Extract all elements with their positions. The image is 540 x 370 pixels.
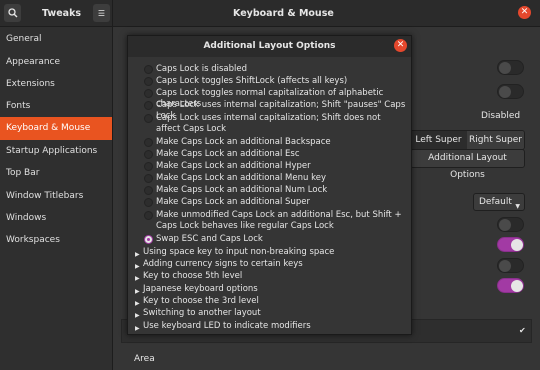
option-label: Make Caps Lock an additional Menu key [156, 173, 326, 183]
sidebar-header: Tweaks ☰ [0, 0, 113, 27]
search-button[interactable] [4, 4, 21, 22]
expander-arrow-icon: ▶ [135, 275, 140, 282]
toggle-switch[interactable] [497, 60, 524, 75]
radio-indicator[interactable] [144, 101, 153, 110]
sidebar-item[interactable]: Top Bar [0, 162, 112, 185]
hamburger-icon: ☰ [97, 8, 106, 18]
dialog-close-button[interactable]: ✕ [394, 39, 407, 52]
option-group-expander[interactable]: ▶ Use keyboard LED to indicate modifiers [128, 321, 411, 332]
options-list: Caps Lock is disabled Caps Lock toggles S… [128, 57, 411, 334]
option-label: Make Caps Lock an additional Super [156, 197, 310, 207]
expander-arrow-icon: ▶ [135, 312, 140, 319]
disabled-value: Disabled [481, 111, 521, 121]
toggle-switch[interactable] [497, 217, 524, 232]
toggle-switch[interactable] [497, 258, 524, 273]
radio-indicator[interactable] [144, 235, 153, 244]
layout-option-radio[interactable]: Caps Lock uses internal capitalization; … [128, 100, 411, 121]
layout-option-radio[interactable]: Make Caps Lock an additional Super [128, 197, 411, 208]
layout-option-radio[interactable]: Caps Lock toggles ShiftLock (affects all… [128, 76, 411, 87]
option-label: Caps Lock is disabled [156, 64, 248, 74]
option-label: Make Caps Lock an additional Backspace [156, 137, 331, 147]
window-close-button[interactable]: ✕ [518, 6, 531, 19]
radio-indicator[interactable] [144, 198, 153, 207]
right-super-button[interactable]: Right Super [467, 131, 524, 149]
option-label: Swap ESC and Caps Lock [156, 234, 263, 244]
sidebar-item[interactable]: Keyboard & Mouse [0, 117, 112, 140]
menu-button[interactable]: ☰ [93, 4, 110, 22]
layout-option-radio[interactable]: Make Caps Lock an additional Num Lock [128, 185, 411, 196]
additional-layout-options-dialog: Additional Layout Options ✕ Caps Lock is… [127, 35, 412, 335]
option-group-expander[interactable]: ▶ Using space key to input non-breaking s… [128, 247, 411, 258]
sidebar-item[interactable]: Window Titlebars [0, 185, 112, 208]
toggle-switch[interactable] [497, 84, 524, 99]
option-group-label: Switching to another layout [143, 308, 261, 318]
option-label: Caps Lock uses internal capitalization; … [156, 113, 381, 134]
search-icon [7, 8, 17, 18]
app-title: Tweaks [42, 8, 82, 19]
option-group-label: Adding currency signs to certain keys [143, 259, 303, 269]
radio-indicator[interactable] [144, 186, 153, 195]
window-title: Keyboard & Mouse [233, 8, 334, 19]
sidebar-item[interactable]: General [0, 28, 112, 51]
radio-indicator[interactable] [144, 150, 153, 159]
option-group-label: Using space key to input non-breaking sp… [143, 247, 335, 257]
dropdown-value: Default [479, 197, 512, 207]
option-group-expander[interactable]: ▶ Key to choose the 3rd level [128, 296, 411, 307]
header-bar: Tweaks ☰ Keyboard & Mouse ✕ [0, 0, 540, 27]
layout-option-radio[interactable]: Make unmodified Caps Lock an additional … [128, 210, 411, 232]
option-group-label: Key to choose 5th level [143, 271, 243, 281]
option-group-expander[interactable]: ▶ Switching to another layout [128, 308, 411, 319]
sidebar-item[interactable]: Appearance [0, 51, 112, 74]
layout-option-radio[interactable]: Caps Lock uses internal capitalization; … [128, 113, 411, 135]
sidebar-item[interactable]: Startup Applications [0, 140, 112, 163]
option-label: Make Caps Lock an additional Num Lock [156, 185, 328, 195]
layout-option-radio[interactable]: Make Caps Lock an additional Esc [128, 149, 411, 160]
radio-indicator[interactable] [144, 77, 153, 86]
area-label: Area [134, 354, 155, 364]
accel-profile-dropdown[interactable]: Default ▼ [473, 193, 525, 211]
radio-indicator[interactable] [144, 211, 153, 220]
layout-option-radio[interactable]: Make Caps Lock an additional Backspace [128, 137, 411, 148]
check-icon: ✔ [519, 326, 526, 335]
radio-indicator[interactable] [144, 162, 153, 171]
toggle-switch[interactable] [497, 278, 524, 293]
close-icon: ✕ [520, 7, 529, 17]
sidebar-item[interactable]: Extensions [0, 73, 112, 96]
option-group-label: Key to choose the 3rd level [143, 296, 259, 306]
toggle-switch[interactable] [497, 237, 524, 252]
option-label: Make unmodified Caps Lock an additional … [156, 210, 402, 231]
option-group-expander[interactable]: ▶ Japanese keyboard options [128, 284, 411, 295]
option-group-label: Use keyboard LED to indicate modifiers [143, 321, 311, 331]
layout-option-radio[interactable]: Make Caps Lock an additional Menu key [128, 173, 411, 184]
left-super-button[interactable]: Left Super [410, 131, 467, 149]
radio-indicator[interactable] [144, 89, 153, 98]
option-group-label: Japanese keyboard options [143, 284, 258, 294]
layout-option-radio[interactable]: Make Caps Lock an additional Hyper [128, 161, 411, 172]
layout-option-radio[interactable]: Swap ESC and Caps Lock [128, 234, 411, 245]
radio-indicator[interactable] [144, 114, 153, 123]
sidebar-item[interactable]: Fonts [0, 95, 112, 118]
option-group-expander[interactable]: ▶ Adding currency signs to certain keys [128, 259, 411, 270]
option-group-expander[interactable]: ▶ Key to choose 5th level [128, 271, 411, 282]
option-label: Make Caps Lock an additional Hyper [156, 161, 311, 171]
sidebar-item[interactable]: Windows [0, 207, 112, 230]
layout-option-radio[interactable]: Caps Lock toggles normal capitalization … [128, 88, 411, 109]
radio-indicator[interactable] [144, 138, 153, 147]
option-label: Caps Lock toggles ShiftLock (affects all… [156, 76, 348, 86]
radio-indicator[interactable] [144, 65, 153, 74]
dialog-title: Additional Layout Options [203, 41, 336, 51]
close-icon: ✕ [396, 40, 405, 50]
additional-layout-options-button[interactable]: Additional Layout Options [410, 149, 525, 180]
overview-shortcut-selector: Left Super Right Super [409, 130, 525, 150]
sidebar-item[interactable]: Workspaces [0, 229, 112, 252]
expander-arrow-icon: ▶ [135, 325, 140, 332]
chevron-down-icon: ▼ [515, 203, 520, 210]
option-label: Make Caps Lock an additional Esc [156, 149, 300, 159]
dialog-header: Additional Layout Options ✕ [128, 36, 411, 57]
sidebar: General Appearance Extensions Fonts Keyboard… [0, 27, 113, 370]
radio-indicator[interactable] [144, 174, 153, 183]
layout-option-radio[interactable]: Caps Lock is disabled [128, 64, 411, 75]
